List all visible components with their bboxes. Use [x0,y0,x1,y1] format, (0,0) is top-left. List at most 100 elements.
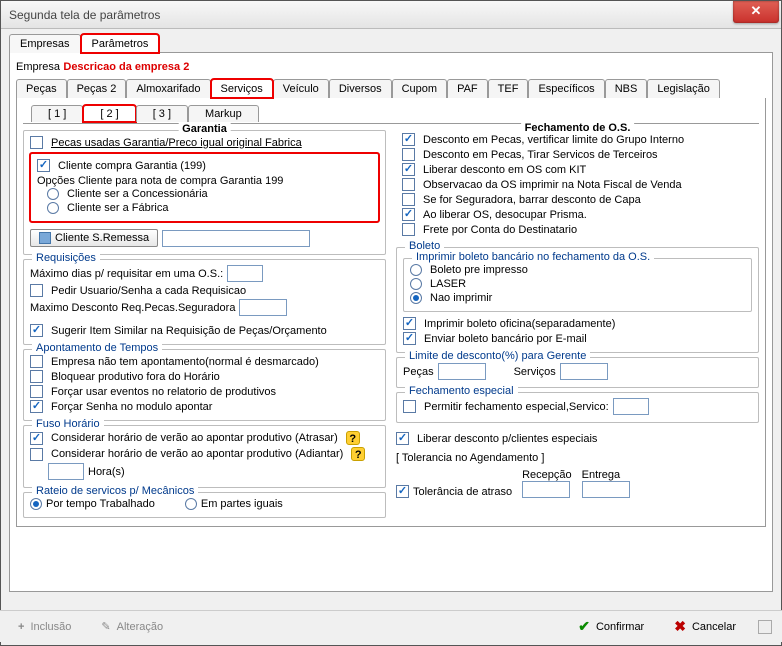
cb-permitir-fech-especial[interactable] [403,400,416,413]
tab-parametros[interactable]: Parâmetros [81,34,160,53]
plus-icon [18,621,24,633]
cb-fuso-atrasar[interactable] [30,432,43,445]
label-tolerancia-title: [ Tolerancia no Agendamento ] [396,452,759,464]
input-tolerancia-entrega[interactable] [582,481,630,498]
tab-especificos[interactable]: Específicos [528,79,604,98]
cb-forcar-eventos[interactable] [30,385,43,398]
input-horas[interactable] [48,463,84,480]
secondary-panel: [ 1 ] [ 2 ] [ 3 ] Markup Garantia Pecas … [16,98,766,527]
tab-almoxarifado[interactable]: Almoxarifado [126,79,210,98]
cb-boleto-email[interactable] [403,332,416,345]
btn-confirmar[interactable]: Confirmar [570,615,652,638]
group-apontamento: Apontamento de Tempos Empresa não tem ap… [23,349,386,421]
btn-inclusao[interactable]: Inclusão [10,618,79,636]
input-limite-servicos[interactable] [560,363,608,380]
main-panel: Empresa Descricao da empresa 2 Peças Peç… [9,52,773,592]
subtab-2[interactable]: [ 2 ] [83,105,135,122]
right-column: Fechamento de O.S. Desconto em Pecas, ve… [396,126,759,522]
close-button[interactable]: ✕ [733,1,779,23]
group-boleto: Boleto Imprimir boleto bancário no fecha… [396,247,759,353]
lbl-concessionaria: Cliente ser a Concessionária [67,188,208,200]
tab-paf[interactable]: PAF [447,79,488,98]
cb-liberar-clientes-especiais[interactable] [396,432,409,445]
cb-pecas-usadas[interactable] [30,136,43,149]
cb-sugerir-item[interactable] [30,324,43,337]
garantia-title: Garantia [178,123,231,135]
btn-cancelar[interactable]: Cancelar [666,615,744,638]
cb-obs-nf[interactable] [402,178,415,191]
lbl-cliente-compra: Cliente compra Garantia (199) [58,160,206,172]
window-title: Segunda tela de parâmetros [9,8,781,22]
user-icon [39,232,51,244]
tab-empresas[interactable]: Empresas [9,34,81,53]
tab-tef[interactable]: TEF [488,79,529,98]
cb-cliente-compra[interactable] [37,159,50,172]
btn-cliente-sremessa[interactable]: Cliente S.Remessa [30,229,158,247]
empresa-desc: Descricao da empresa 2 [63,61,189,73]
cb-boleto-oficina[interactable] [403,317,416,330]
empresa-field [193,59,423,75]
empresa-line: Empresa Descricao da empresa 2 [16,59,766,75]
left-column: Garantia Pecas usadas Garantia/Preco igu… [23,126,386,522]
tab-veiculo[interactable]: Veículo [273,79,329,98]
cb-tolerancia-atraso[interactable] [396,485,409,498]
subtab-1[interactable]: [ 1 ] [31,105,83,122]
input-max-desc[interactable] [239,299,287,316]
cb-sem-apontamento[interactable] [30,355,43,368]
help-icon[interactable]: ? [346,431,360,445]
input-fech-especial-servico[interactable] [613,398,649,415]
input-max-dias[interactable] [227,265,263,282]
cb-desc-pecas-terc[interactable] [402,148,415,161]
group-fuso: Fuso Horário Considerar horário de verão… [23,425,386,488]
help-icon[interactable]: ? [351,447,365,461]
rb-fabrica[interactable] [47,202,59,214]
cb-pedir-usuario[interactable] [30,284,43,297]
tab-diversos[interactable]: Diversos [329,79,392,98]
group-cliente-compra: Cliente compra Garantia (199) Opções Cli… [30,153,379,222]
secondary-tabs: Peças Peças 2 Almoxarifado Serviços Veíc… [16,79,766,98]
input-limite-pecas[interactable] [438,363,486,380]
check-icon [578,618,590,635]
group-requisicoes: Requisições Máximo dias p/ requisitar em… [23,259,386,345]
tab-nbs[interactable]: NBS [605,79,648,98]
group-tolerancia: [ Tolerancia no Agendamento ] Tolerância… [396,450,759,501]
tertiary-tabs: [ 1 ] [ 2 ] [ 3 ] Markup [31,105,759,122]
input-tolerancia-recepcao[interactable] [522,481,570,498]
group-fech-especial: Fechamento especial Permitir fechamento … [396,392,759,423]
cb-desocupar-prisma[interactable] [402,208,415,221]
tab-pecas[interactable]: Peças [16,79,67,98]
empresa-label: Empresa [16,61,60,73]
tab-cupom[interactable]: Cupom [392,79,447,98]
footer-bar: Inclusão Alteração Confirmar Cancelar [0,610,782,642]
input-sremessa[interactable] [162,230,310,247]
cb-bloquear-produtivo[interactable] [30,370,43,383]
rb-partes-iguais[interactable] [185,498,197,510]
cb-desc-pecas-grupo[interactable] [402,133,415,146]
rb-boleto-laser[interactable] [410,278,422,290]
rb-concessionaria[interactable] [47,188,59,200]
lbl-opcoes-cliente: Opções Cliente para nota de compra Garan… [37,175,372,187]
group-rateio: Rateio de servicos p/ Mecânicos Por temp… [23,492,386,518]
subtab-markup[interactable]: Markup [188,105,259,122]
btn-alteracao[interactable]: Alteração [93,617,171,636]
lbl-max-desc: Maximo Desconto Req.Pecas.Seguradora [30,302,235,314]
lbl-fabrica: Cliente ser a Fábrica [67,202,169,214]
subtab-3[interactable]: [ 3 ] [136,105,188,122]
resize-grip[interactable] [758,620,772,634]
cb-forcar-senha[interactable] [30,400,43,413]
rb-boleto-pre[interactable] [410,264,422,276]
tab-legislacao[interactable]: Legislação [647,79,720,98]
cb-liberar-kit[interactable] [402,163,415,176]
group-fechamento: Fechamento de O.S. Desconto em Pecas, ve… [396,130,759,243]
tab-pecas2[interactable]: Peças 2 [67,79,127,98]
cb-seguradora[interactable] [402,193,415,206]
lbl-pecas-usadas[interactable]: Pecas usadas Garantia/Preco igual origin… [51,137,302,149]
edit-icon [101,620,110,633]
rb-boleto-nao[interactable] [410,292,422,304]
title-bar: Segunda tela de parâmetros ✕ [1,1,781,29]
cb-frete[interactable] [402,223,415,236]
rb-tempo-trabalhado[interactable] [30,498,42,510]
cb-fuso-adiantar[interactable] [30,448,43,461]
group-limite: Limite de desconto(%) para Gerente Peças… [396,357,759,388]
tab-servicos[interactable]: Serviços [211,79,273,98]
